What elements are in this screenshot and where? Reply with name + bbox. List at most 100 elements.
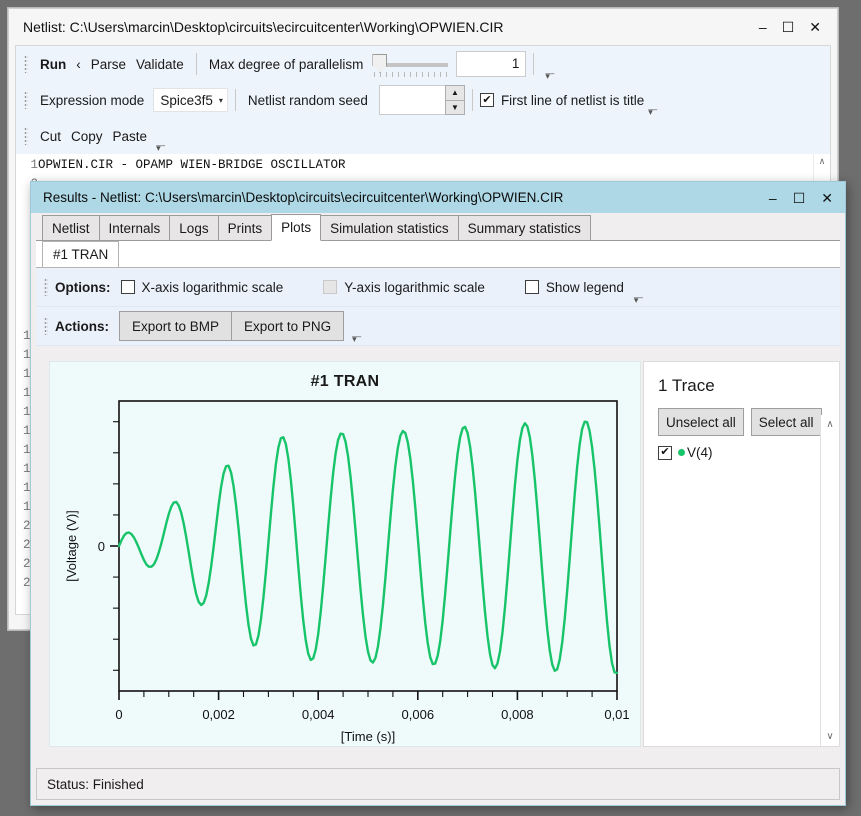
drag-grip-icon[interactable]: [24, 55, 28, 73]
tab-summary-statistics[interactable]: Summary statistics: [457, 215, 591, 240]
xlog-label: X-axis logarithmic scale: [141, 279, 284, 295]
x-tick-label: 0,004: [302, 707, 335, 722]
xlog-option[interactable]: X-axis logarithmic scale: [120, 279, 284, 295]
tab-prints[interactable]: Prints: [217, 215, 273, 240]
drag-grip-icon[interactable]: [44, 278, 48, 296]
drag-grip-icon[interactable]: [24, 127, 28, 145]
close-icon[interactable]: ✕: [821, 191, 833, 205]
actions-overflow-icon[interactable]: — ▾: [352, 332, 361, 344]
spin-down-icon[interactable]: ▼: [444, 99, 465, 115]
netlist-window-title: Netlist: C:\Users\marcin\Desktop\circuit…: [23, 19, 504, 35]
scroll-down-icon[interactable]: ∨: [826, 727, 833, 746]
tab-simulation-statistics[interactable]: Simulation statistics: [320, 215, 459, 240]
plot-title: #1 TRAN: [310, 373, 380, 390]
toolbar-separator: [533, 53, 535, 75]
seed-input[interactable]: [378, 85, 445, 115]
export-bmp-button[interactable]: Export to BMP: [119, 311, 233, 341]
results-window-controls: – ☐ ✕: [769, 191, 845, 205]
export-png-button[interactable]: Export to PNG: [231, 311, 345, 341]
cut-button[interactable]: Cut: [35, 129, 66, 144]
legend-option[interactable]: Show legend: [524, 280, 624, 295]
x-axis-label: [Time (s)]: [341, 729, 395, 744]
validate-button[interactable]: Validate: [131, 57, 189, 72]
parallelism-label: Max degree of parallelism: [208, 56, 364, 72]
show-legend-checkbox[interactable]: [524, 280, 539, 294]
status-text: Status: Finished: [47, 776, 144, 792]
paste-button[interactable]: Paste: [108, 129, 153, 144]
results-window-title: Results - Netlist: C:\Users\marcin\Deskt…: [43, 190, 564, 205]
seed-stepper[interactable]: ▲ ▼: [378, 85, 465, 115]
first-line-title-checkbox-row[interactable]: ✔ First line of netlist is title: [479, 92, 645, 108]
tab-netlist[interactable]: Netlist: [42, 215, 100, 240]
trace-buttons: Unselect all Select all: [658, 408, 839, 436]
trace-panel: 1 Trace Unselect all Select all ✔ V(4) ∧ …: [643, 361, 840, 747]
trace-count-label: 1 Trace: [658, 376, 715, 395]
select-all-button[interactable]: Select all: [750, 408, 822, 436]
ylog-option: Y-axis logarithmic scale: [323, 280, 485, 295]
first-line-title-checkbox[interactable]: ✔: [479, 93, 494, 107]
results-window: Results - Netlist: C:\Users\marcin\Deskt…: [30, 181, 846, 806]
first-line-title-label: First line of netlist is title: [500, 92, 645, 108]
tab-logs[interactable]: Logs: [169, 215, 219, 240]
maximize-icon[interactable]: ☐: [793, 191, 806, 205]
plot-subtabstrip: #1 TRAN: [36, 241, 840, 268]
line-number: 1: [30, 158, 38, 172]
tab-plots[interactable]: Plots: [271, 214, 322, 241]
parallelism-slider[interactable]: [372, 53, 452, 77]
ylog-label: Y-axis logarithmic scale: [344, 279, 485, 295]
trace-list-item[interactable]: ✔ V(4): [658, 445, 839, 460]
toolbar-row-run: Run ‹ Parse Validate Max degree of paral…: [16, 46, 830, 82]
close-icon[interactable]: ✕: [809, 20, 821, 34]
plot-actions-bar: Actions: Export to BMP Export to PNG — ▾: [36, 307, 840, 346]
run-button[interactable]: Run: [35, 57, 71, 72]
scroll-up-icon[interactable]: ∧: [826, 415, 833, 434]
options-overflow-icon[interactable]: — ▾: [634, 293, 643, 305]
trace-list: ✔ V(4): [658, 445, 839, 460]
scroll-up-icon[interactable]: ∧: [819, 154, 826, 167]
trace-name: V(4): [687, 445, 713, 460]
unselect-all-button[interactable]: Unselect all: [658, 408, 744, 436]
slider-ticks: [374, 72, 449, 77]
ylog-checkbox: [323, 280, 338, 294]
results-vertical-scrollbar[interactable]: ∧ ∨: [820, 415, 839, 746]
chevron-down-icon: ▾: [218, 95, 223, 105]
drag-grip-icon[interactable]: [44, 317, 48, 335]
seed-label: Netlist random seed: [247, 92, 368, 108]
toolbar-row-edit: Cut Copy Paste — ▾: [16, 118, 830, 154]
xlog-checkbox[interactable]: [120, 280, 135, 294]
seed-spin-buttons[interactable]: ▲ ▼: [444, 85, 465, 115]
actions-label: Actions:: [55, 318, 109, 334]
code-line: OPWIEN.CIR - OPAMP WIEN-BRIDGE OSCILLATO…: [38, 158, 346, 172]
parse-button[interactable]: Parse: [86, 57, 131, 72]
toolbar-overflow-icon[interactable]: — ▾: [545, 69, 554, 81]
expression-mode-value: Spice3f5: [160, 92, 213, 108]
toolbar-row-options: Expression mode Spice3f5 ▾ Netlist rando…: [16, 82, 830, 118]
tab-internals[interactable]: Internals: [98, 215, 171, 240]
subtab-tran[interactable]: #1 TRAN: [42, 241, 120, 267]
netlist-titlebar: Netlist: C:\Users\marcin\Desktop\circuit…: [9, 9, 837, 45]
netlist-window-controls: – ☐ ✕: [759, 20, 829, 34]
plot-options-bar: Options: X-axis logarithmic scale Y-axis…: [36, 268, 840, 307]
trace-checkbox[interactable]: ✔: [658, 445, 672, 460]
run-dropdown-icon[interactable]: ‹: [71, 57, 86, 72]
maximize-icon[interactable]: ☐: [782, 20, 795, 34]
status-bar: Status: Finished: [36, 768, 840, 800]
options-label: Options:: [55, 279, 111, 295]
minimize-icon[interactable]: –: [759, 20, 767, 34]
slider-thumb[interactable]: [372, 54, 388, 73]
toolbar-overflow-icon[interactable]: — ▾: [648, 105, 657, 117]
results-content: Netlist Internals Logs Prints Plots Simulatio…: [36, 213, 840, 769]
toolbar-separator: [471, 89, 473, 111]
expression-mode-select[interactable]: Spice3f5 ▾: [153, 88, 228, 112]
x-tick-label: 0,006: [402, 707, 435, 722]
toolbar-overflow-icon[interactable]: — ▾: [156, 141, 165, 153]
x-tick-label: 0,002: [202, 707, 235, 722]
drag-grip-icon[interactable]: [24, 91, 28, 109]
trace-color-swatch: [678, 449, 685, 456]
plot-canvas[interactable]: 0 0,002 0,004 0,006 0,008 0,01 0 [Time (s)] [Vol…: [50, 391, 638, 771]
minimize-icon[interactable]: –: [769, 191, 777, 205]
x-tick-label: 0,008: [501, 707, 534, 722]
parallelism-value-input[interactable]: 1: [456, 51, 527, 77]
copy-button[interactable]: Copy: [66, 129, 108, 144]
spin-up-icon[interactable]: ▲: [444, 85, 465, 100]
